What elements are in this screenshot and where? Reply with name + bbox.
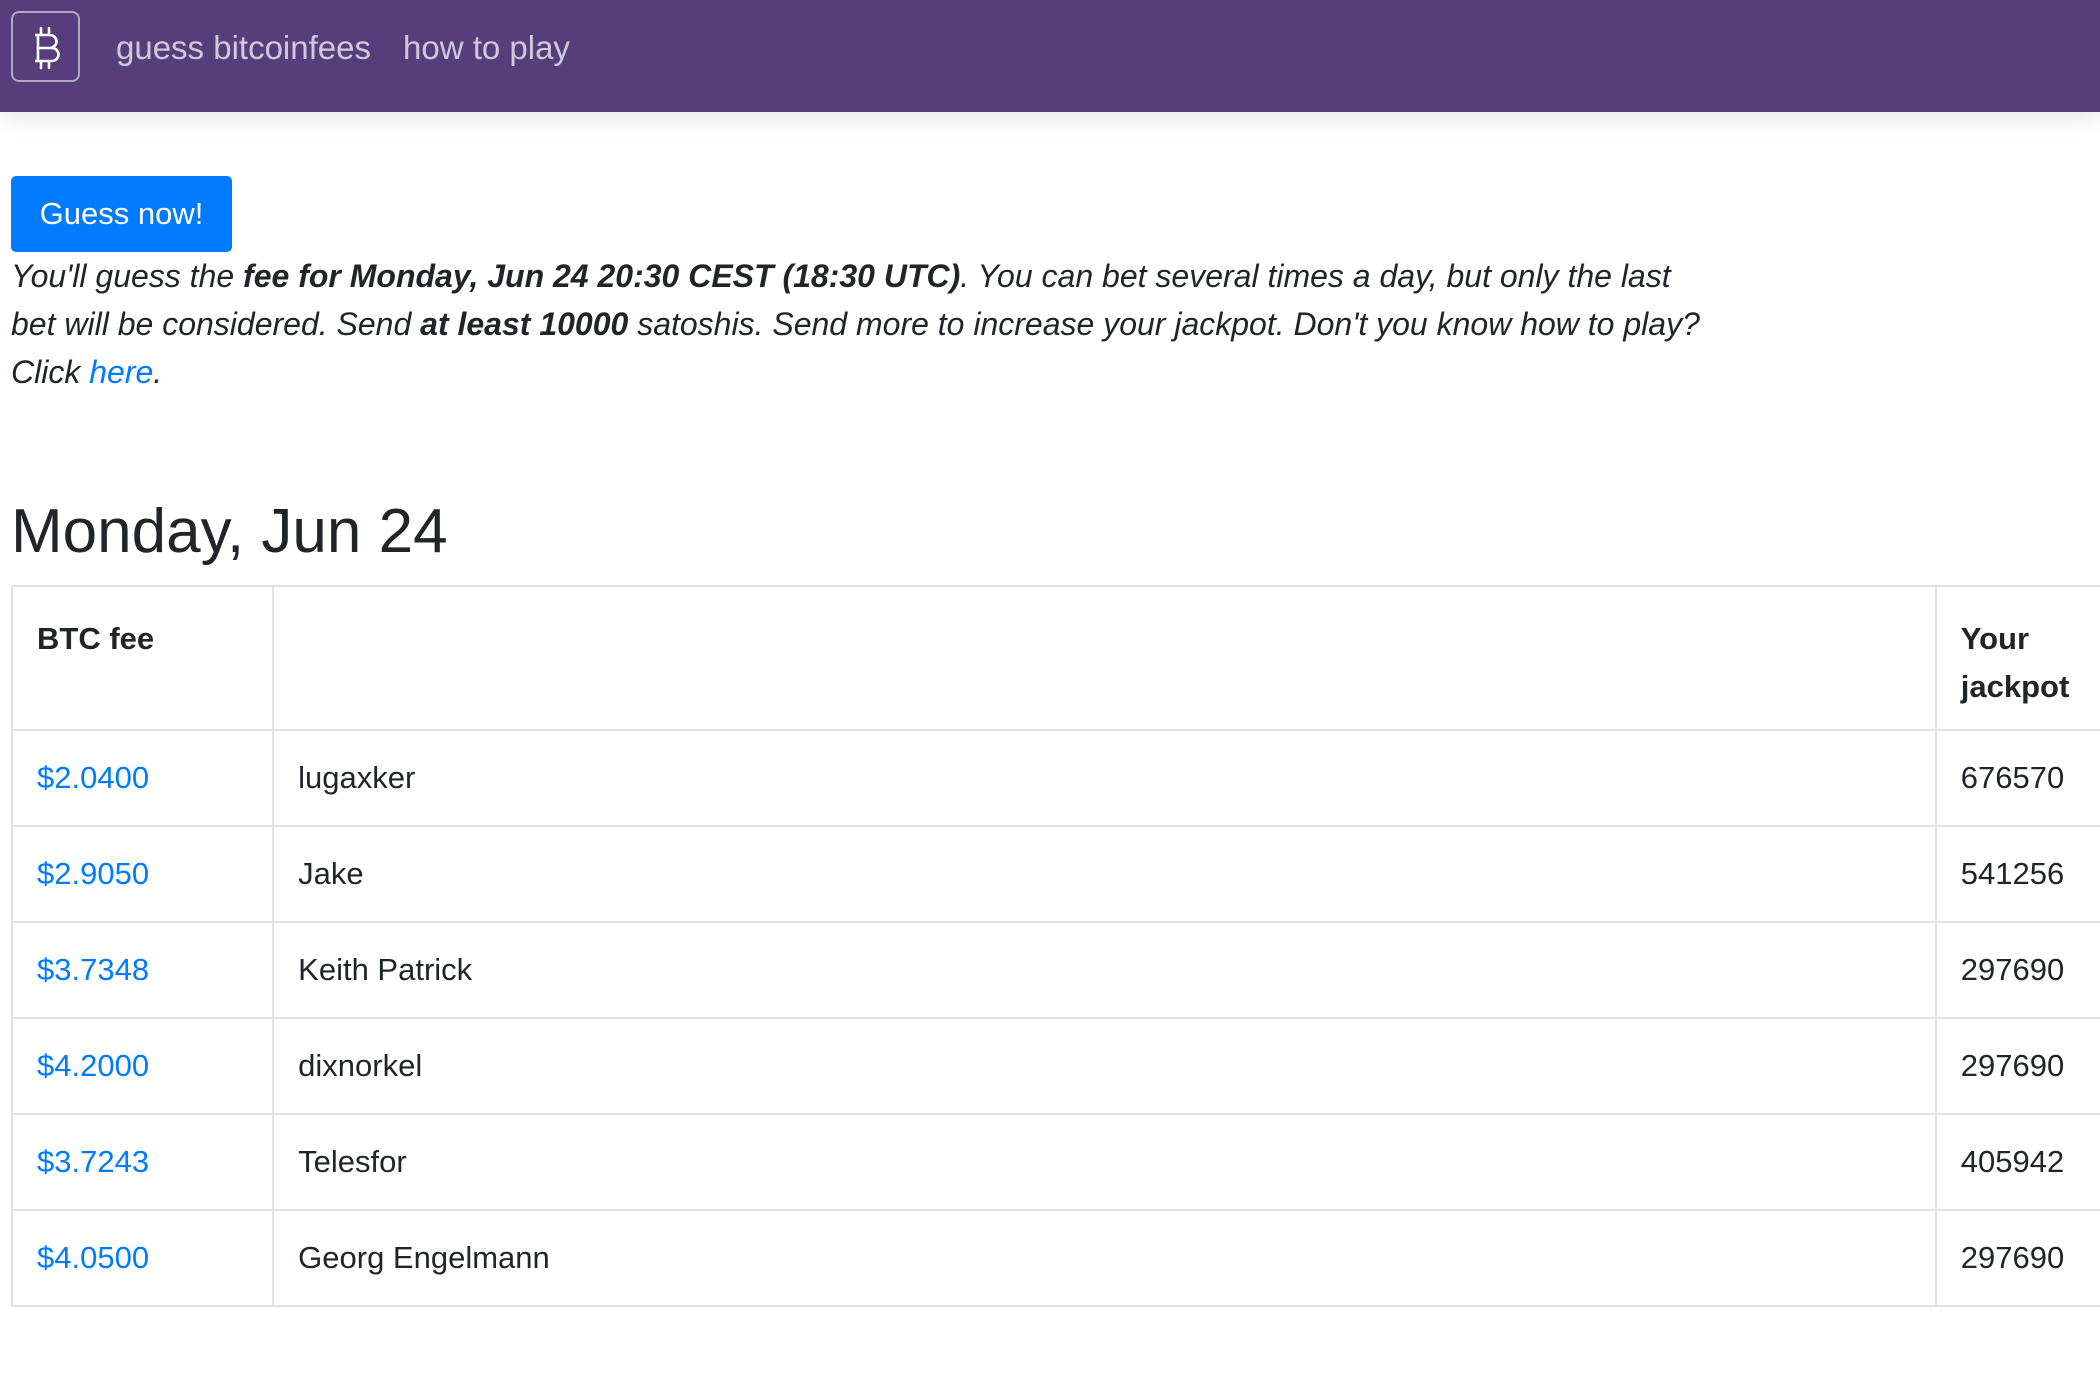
jackpot-cell: 676570 <box>1934 729 2100 827</box>
fee-link[interactable]: $3.7348 <box>37 952 149 987</box>
name-cell: dixnorkel <box>272 1017 1937 1115</box>
brand-logo[interactable] <box>11 11 80 82</box>
fee-cell: $4.2000 <box>10 1017 275 1115</box>
intro-fee-time: fee for Monday, Jun 24 20:30 CEST (18:30… <box>243 258 961 294</box>
intro-text-part: . <box>153 354 163 390</box>
table-row: $4.2000 dixnorkel 297690 <box>10 1017 2100 1115</box>
bets-table: BTC fee Your jackpot $2.0400 lugaxker 67… <box>10 585 2100 1307</box>
jackpot-cell: 541256 <box>1934 825 2100 923</box>
fee-cell: $3.7243 <box>10 1113 275 1211</box>
name-cell: Telesfor <box>272 1113 1937 1211</box>
fee-link[interactable]: $2.0400 <box>37 760 149 795</box>
jackpot-cell: 297690 <box>1934 1017 2100 1115</box>
fee-link[interactable]: $4.2000 <box>37 1048 149 1083</box>
jackpot-cell: 297690 <box>1934 1209 2100 1307</box>
name-cell: Georg Engelmann <box>272 1209 1937 1307</box>
name-cell: lugaxker <box>272 729 1937 827</box>
table-row: $3.7243 Telesfor 405942 <box>10 1113 2100 1211</box>
nav-link-home[interactable]: guess bitcoinfees <box>116 26 371 70</box>
table-header-row: BTC fee Your jackpot <box>10 585 2100 731</box>
nav-link-how-to-play[interactable]: how to play <box>403 26 570 70</box>
table-row: $2.0400 lugaxker 676570 <box>10 729 2100 827</box>
fee-link[interactable]: $2.9050 <box>37 856 149 891</box>
table-row: $4.0500 Georg Engelmann 297690 <box>10 1209 2100 1307</box>
name-cell: Keith Patrick <box>272 921 1937 1019</box>
top-navbar: guess bitcoinfees how to play <box>0 0 2100 112</box>
day-title: Monday, Jun 24 <box>11 497 448 566</box>
header-btc-fee: BTC fee <box>10 585 275 731</box>
fee-link[interactable]: $3.7243 <box>37 1144 149 1179</box>
fee-link[interactable]: $4.0500 <box>37 1240 149 1275</box>
jackpot-cell: 405942 <box>1934 1113 2100 1211</box>
fee-cell: $2.0400 <box>10 729 275 827</box>
jackpot-cell: 297690 <box>1934 921 2100 1019</box>
how-to-play-link[interactable]: here <box>89 354 153 390</box>
bitcoin-icon <box>35 26 60 70</box>
name-cell: Jake <box>272 825 1937 923</box>
fee-cell: $3.7348 <box>10 921 275 1019</box>
fee-cell: $2.9050 <box>10 825 275 923</box>
fee-cell: $4.0500 <box>10 1209 275 1307</box>
table-row: $2.9050 Jake 541256 <box>10 825 2100 923</box>
guess-now-button[interactable]: Guess now! <box>11 176 232 252</box>
header-name <box>272 585 1937 731</box>
table-row: $3.7348 Keith Patrick 297690 <box>10 921 2100 1019</box>
intro-minimum: at least 10000 <box>420 306 629 342</box>
header-your-jackpot: Your jackpot <box>1934 585 2100 731</box>
intro-text-part: You'll guess the <box>11 258 244 294</box>
intro-text: You'll guess the fee for Monday, Jun 24 … <box>11 252 1701 396</box>
